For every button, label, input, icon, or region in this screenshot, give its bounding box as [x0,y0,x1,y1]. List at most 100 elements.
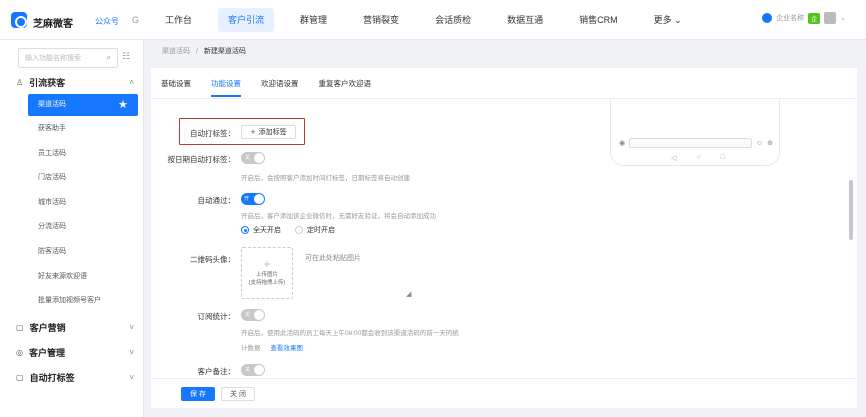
phone-preview: ◉ ☺ ⊕ ◁ ○ □ [610,100,780,166]
close-button[interactable]: 关 闭 [221,387,255,401]
switch-state: 关 [245,367,251,373]
radio-label: 全天开启 [253,227,281,234]
auto-pass-switch[interactable]: 开 [241,193,265,205]
switch-state: 关 [245,312,251,318]
switch-knob [254,310,264,320]
phone-nav-bar: ◁ ○ □ [671,154,725,162]
top-nav: 工作台 客户引流 群管理 营销裂变 会话质检 数据互通 销售CRM 更多 ⌄ [155,0,708,40]
sidebar-group-customer-marketing[interactable]: ▢ 客户营销 ˅ [16,321,134,334]
subscribe-stats-hint: 开启后，使用此活码的员工每天上午08:00都会收到该渠道活码的前一天的统 [241,330,459,337]
search-icon[interactable]: ⌕ [107,53,111,63]
view-example-link[interactable]: 查看效果图 [270,345,303,352]
sidebar-item-city-code[interactable]: 城市活码 [0,192,143,214]
subscribe-stats-switch[interactable]: 关 [241,309,265,321]
sidebar-item-diversion-code[interactable]: 分流活码 [0,216,143,238]
switch-state: 关 [245,155,251,161]
user-menu[interactable]: 企业名称 企 ⌄ [762,12,846,24]
app-logo-icon [11,12,27,28]
sidebar: 输入功能名称搜索 ⌕ ☷ ♙ 引流获客 ˄ 渠道活码 ★ 获客助手 员工活码 门… [0,40,144,417]
tab-repeat-customer-welcome[interactable]: 重复客户欢迎语 [319,78,372,97]
auto-pass-label: 自动通过： [197,196,236,205]
breadcrumb-separator: / [195,48,198,55]
resize-handle-icon[interactable]: ◢ [406,290,411,298]
nav-item-workbench[interactable]: 工作台 [155,8,202,32]
sidebar-group-label: 客户管理 [28,348,65,358]
nav-item-sales-crm[interactable]: 销售CRM [569,8,628,32]
nav-item-session-inspection[interactable]: 会话质检 [425,8,481,32]
sidebar-item-staff-code[interactable]: 员工活码 [0,143,143,165]
radio-timed[interactable]: 定时开启 [295,225,335,235]
form-footer: 保 存 关 闭 [151,378,857,408]
home-icon: ○ [696,154,701,161]
customer-remark-switch[interactable]: 关 [241,364,265,376]
add-tag-button[interactable]: + 添加标签 [241,125,296,139]
auto-tag-label: 自动打标签： [190,129,235,138]
top-bar: 芝麻微客 公众号 G 工作台 客户引流 群管理 营销裂变 会话质检 数据互通 销… [0,0,866,40]
breadcrumb-current: 新建渠道活码 [203,48,246,55]
sidebar-group-auto-tag[interactable]: ▢ 自动打标签 ˅ [16,371,134,384]
brand-sub-link[interactable]: 公众号 [95,16,119,27]
date-tag-label: 按日期自动打标签： [167,155,236,164]
chevron-down-icon: ⌄ [840,15,846,22]
user-icon: ♙ [16,78,24,87]
chevron-down-icon: ˅ [129,348,134,357]
save-button[interactable]: 保 存 [181,387,215,401]
enterprise-badge: 企 [808,12,821,24]
sidebar-group-customer-management[interactable]: ◎ 客户管理 ˅ [16,346,134,359]
sidebar-item-acquisition-assistant[interactable]: 获客助手 [0,118,143,140]
tab-basic-settings[interactable]: 基础设置 [161,78,191,97]
tab-bar: 基础设置 功能设置 欢迎语设置 重复客户欢迎语 [161,78,391,97]
contacts-icon: ◎ [16,348,23,357]
phone-input-bar: ◉ ☺ ⊕ [619,136,773,150]
avatar[interactable] [824,12,837,24]
breadcrumb: 渠道活码 / 新建渠道活码 [162,46,246,56]
subscribe-stats-label: 订阅统计： [197,312,236,321]
nav-item-group-management[interactable]: 群管理 [290,8,337,32]
sidebar-group-label: 自动打标签 [29,373,75,383]
upload-sub-label: (支持拖拽上传) [248,280,286,286]
sidebar-group-lead-acquisition[interactable]: ♙ 引流获客 ˄ [16,76,134,89]
upload-label: 上传图片 [255,272,278,279]
subscribe-stats-hint-2: 计数据 查看效果图 [241,342,303,352]
scrollbar[interactable] [849,180,853,240]
radio-dot [241,226,249,234]
brand-g-icon[interactable]: G [132,15,139,25]
tag-icon: ▢ [16,373,24,382]
org-icon [762,13,773,23]
nav-item-data-interop[interactable]: 数据互通 [497,8,553,32]
plus-icon: + [250,127,256,137]
nav-item-customer-acquisition[interactable]: 客户引流 [218,8,275,32]
radio-all-day[interactable]: 全天开启 [241,225,281,235]
sidebar-item-batch-add-video-customers[interactable]: 批量添加视频号客户 [0,290,143,312]
emoji-icon: ☺ [755,139,764,147]
phone-input-box [629,138,752,148]
sidebar-item-channel-code[interactable]: 渠道活码 ★ [28,94,138,116]
nav-item-marketing-fission[interactable]: 营销裂变 [353,8,409,32]
sidebar-item-store-code[interactable]: 门店活码 [0,167,143,189]
sidebar-group-label: 引流获客 [29,78,66,88]
tab-welcome-settings[interactable]: 欢迎语设置 [261,78,299,97]
nav-item-more[interactable]: 更多 ⌄ [644,8,692,32]
org-name: 企业名称 [776,15,805,22]
star-icon[interactable]: ★ [118,94,128,116]
qr-avatar-label: 二维码头像： [190,255,235,264]
recent-apps-icon: □ [720,154,725,161]
date-tag-switch[interactable]: 关 [241,152,265,164]
tab-feature-settings[interactable]: 功能设置 [211,78,241,97]
breadcrumb-root[interactable]: 渠道活码 [162,48,190,55]
auto-pass-mode-group: 全天开启 定时开启 [241,225,335,235]
add-tag-label: 添加标签 [258,129,287,136]
grid-icon[interactable]: ☷ [122,51,130,62]
chevron-down-icon: ˅ [129,323,134,332]
sidebar-item-friend-source-welcome[interactable]: 好友来源欢迎语 [0,266,143,288]
sidebar-item-guard-code[interactable]: 防客活码 [0,241,143,263]
radio-dot [295,226,303,234]
sidebar-item-label: 渠道活码 [38,101,66,108]
image-upload-area[interactable]: + 上传图片 (支持拖拽上传) [241,247,293,299]
radio-label: 定时开启 [307,227,335,234]
chevron-up-icon: ˄ [129,78,134,87]
chevron-down-icon: ˅ [129,373,134,382]
sidebar-search-input[interactable]: 输入功能名称搜索 ⌕ [18,48,118,68]
paste-hint: 可在此处粘贴图片 [305,255,361,262]
sidebar-search-placeholder: 输入功能名称搜索 [25,55,81,62]
